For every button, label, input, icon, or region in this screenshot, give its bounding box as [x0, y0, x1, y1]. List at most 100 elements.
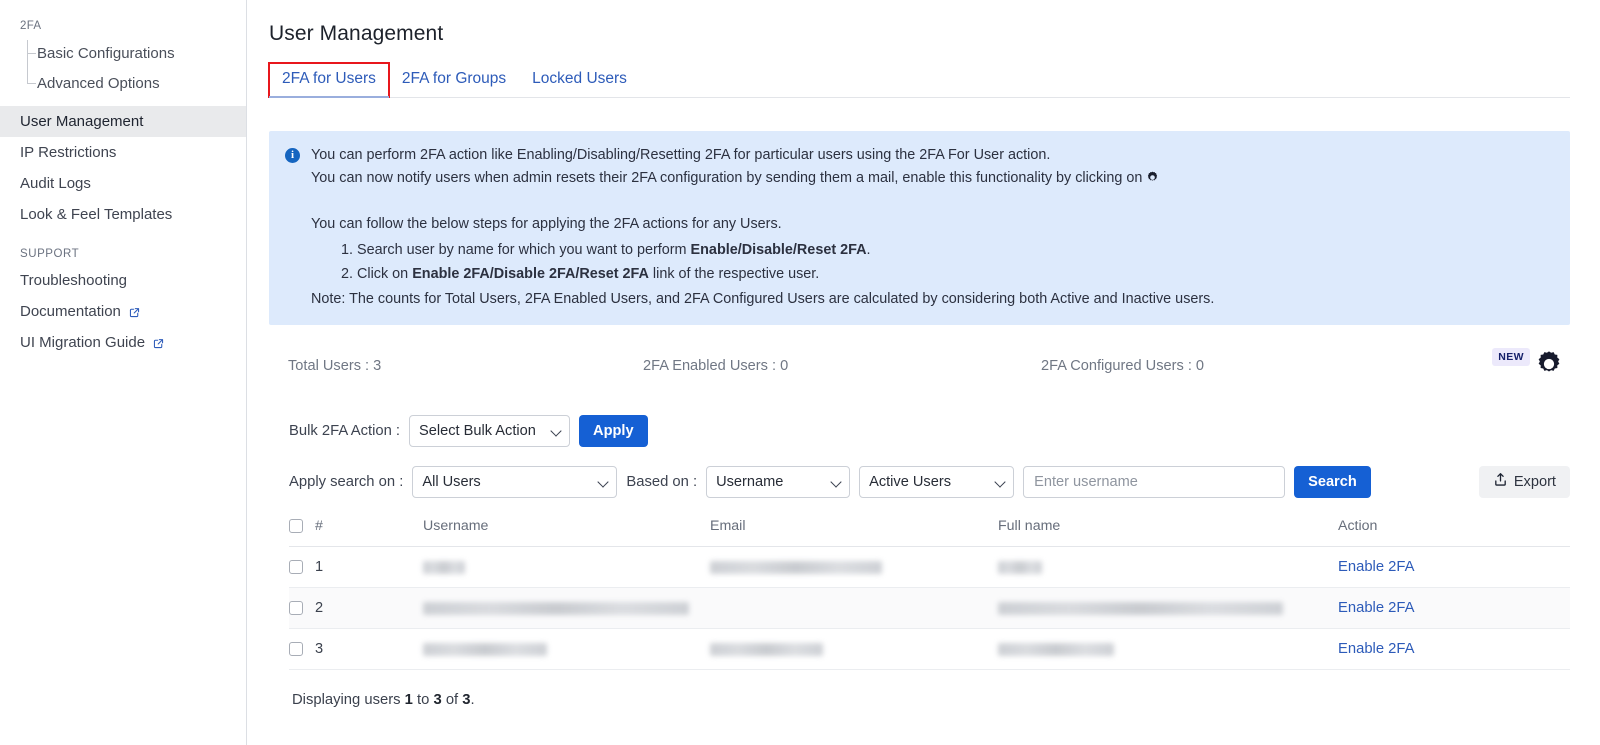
tree-branch-icon — [27, 53, 36, 54]
apply-button[interactable]: Apply — [579, 414, 648, 447]
tab-bar: 2FA for Users 2FA for Groups Locked User… — [268, 62, 1570, 98]
tab-2fa-for-groups[interactable]: 2FA for Groups — [389, 63, 519, 97]
pagination-suffix: . — [470, 691, 475, 708]
sidebar-item-basic-configurations[interactable]: Basic Configurations — [20, 38, 246, 68]
sidebar-item-ui-migration-guide[interactable]: UI Migration Guide — [0, 327, 246, 358]
user-status-select[interactable]: Active Users — [859, 465, 1015, 498]
gear-icon[interactable] — [1145, 170, 1160, 193]
table-row: 1 Enable 2FA — [289, 546, 1570, 588]
column-header-email[interactable]: Email — [710, 511, 998, 547]
sidebar-item-label: Basic Configurations — [37, 44, 175, 62]
column-header-username[interactable]: Username — [423, 511, 710, 547]
column-header-fullname[interactable]: Full name — [998, 511, 1338, 547]
export-label: Export — [1513, 473, 1556, 490]
row-username — [423, 546, 710, 588]
users-table-body: 1 Enable 2FA 2 Enable 2FA 3 Enable 2FA — [289, 546, 1570, 670]
sidebar-item-label: IP Restrictions — [20, 144, 117, 161]
row-checkbox[interactable] — [289, 559, 303, 574]
redacted-value — [998, 560, 1042, 574]
tree-branch-icon — [27, 83, 36, 84]
banner-steps-list: Search user by name for which you want t… — [311, 239, 1554, 287]
redacted-value — [423, 642, 547, 656]
enable-2fa-link[interactable]: Enable 2FA — [1338, 641, 1415, 657]
export-icon — [1493, 472, 1508, 491]
external-link-icon — [152, 337, 165, 350]
external-link-icon — [128, 306, 141, 319]
export-button[interactable]: Export — [1478, 465, 1570, 498]
app-root: 2FA Basic Configurations Advanced Option… — [0, 0, 1600, 745]
sidebar-item-troubleshooting[interactable]: Troubleshooting — [0, 265, 246, 296]
step-2-bold: Enable 2FA/Disable 2FA/Reset 2FA — [412, 266, 649, 283]
tab-locked-users[interactable]: Locked Users — [519, 63, 640, 97]
gear-icon[interactable] — [1534, 349, 1564, 383]
apply-search-on-label: Apply search on : — [289, 473, 404, 490]
enable-2fa-link[interactable]: Enable 2FA — [1338, 600, 1415, 616]
sidebar-item-user-management[interactable]: User Management — [0, 106, 246, 137]
row-select-cell — [289, 628, 315, 670]
pagination-mid2: of — [441, 691, 463, 708]
pagination-summary: Displaying users 1 to 3 of 3. — [269, 692, 1570, 708]
row-checkbox[interactable] — [289, 641, 303, 656]
bulk-action-select[interactable]: Select Bulk Action — [409, 414, 571, 447]
table-row: 2 Enable 2FA — [289, 587, 1570, 629]
column-header-number[interactable]: # — [315, 511, 423, 547]
main-content: User Management 2FA for Users 2FA for Gr… — [247, 0, 1600, 745]
row-action: Enable 2FA — [1338, 546, 1570, 588]
tab-label: 2FA for Groups — [401, 70, 507, 87]
banner-spacer — [311, 194, 1554, 213]
pagination-total: 3 — [462, 691, 471, 708]
pagination-mid1: to — [412, 691, 434, 708]
redacted-value — [710, 560, 882, 574]
pagination-prefix: Displaying users — [292, 691, 405, 708]
redacted-value — [998, 601, 1283, 615]
based-on-select[interactable]: Username — [706, 465, 851, 498]
row-action: Enable 2FA — [1338, 628, 1570, 670]
based-on-label: Based on : — [626, 473, 698, 490]
sidebar-item-ip-restrictions[interactable]: IP Restrictions — [0, 137, 246, 168]
sidebar-item-look-and-feel-templates[interactable]: Look & Feel Templates — [0, 199, 246, 230]
sidebar-item-advanced-options[interactable]: Advanced Options — [20, 68, 246, 98]
sidebar-item-label: User Management — [20, 113, 144, 130]
stat-total-users: Total Users : 3 — [288, 357, 382, 374]
row-checkbox[interactable] — [289, 600, 303, 615]
search-button[interactable]: Search — [1294, 465, 1371, 498]
banner-step-2: Click on Enable 2FA/Disable 2FA/Reset 2F… — [357, 263, 1554, 286]
info-icon: i — [285, 148, 300, 163]
redacted-value — [423, 560, 465, 574]
banner-note: Note: The counts for Total Users, 2FA En… — [311, 290, 1215, 307]
sidebar-item-label: Advanced Options — [37, 74, 160, 92]
sidebar-group-label-2fa: 2FA — [20, 20, 42, 32]
step-1-bold: Enable/Disable/Reset 2FA — [690, 241, 867, 258]
stat-2fa-configured-users: 2FA Configured Users : 0 — [1041, 357, 1205, 374]
user-status-select-wrapper: Active Users — [859, 465, 1015, 498]
search-scope-select-wrapper: All Users — [412, 465, 618, 498]
search-scope-select[interactable]: All Users — [412, 465, 618, 498]
tab-label: Locked Users — [532, 70, 627, 87]
redacted-value — [998, 642, 1114, 656]
row-username — [423, 587, 998, 629]
enable-2fa-link[interactable]: Enable 2FA — [1338, 559, 1415, 575]
step-2-prefix: Click on — [357, 266, 413, 283]
pagination-to: 3 — [433, 691, 442, 708]
redacted-value — [423, 601, 689, 615]
sidebar: 2FA Basic Configurations Advanced Option… — [0, 0, 247, 745]
row-email — [710, 628, 998, 670]
sidebar-item-label: Look & Feel Templates — [20, 206, 173, 223]
sidebar-item-audit-logs[interactable]: Audit Logs — [0, 168, 246, 199]
pagination-from: 1 — [404, 691, 413, 708]
row-number: 2 — [315, 587, 423, 629]
users-table: # Username Email Full name Action 1 Enab… — [289, 511, 1570, 670]
sidebar-item-documentation[interactable]: Documentation — [0, 296, 246, 327]
search-input[interactable] — [1023, 465, 1286, 498]
based-on-select-wrapper: Username — [706, 465, 851, 498]
sidebar-item-label: Troubleshooting — [20, 272, 128, 289]
sidebar-item-label: Documentation — [20, 303, 121, 320]
bulk-action-select-wrapper: Select Bulk Action — [409, 414, 571, 447]
stat-2fa-enabled-users: 2FA Enabled Users : 0 — [643, 357, 789, 374]
row-number: 1 — [315, 546, 423, 588]
select-all-checkbox[interactable] — [289, 518, 303, 533]
row-email — [710, 546, 998, 588]
banner-line-2: You can now notify users when admin rese… — [311, 167, 1554, 193]
tab-2fa-for-users[interactable]: 2FA for Users — [268, 62, 390, 98]
bulk-action-row: Bulk 2FA Action : Select Bulk Action App… — [269, 414, 1570, 447]
